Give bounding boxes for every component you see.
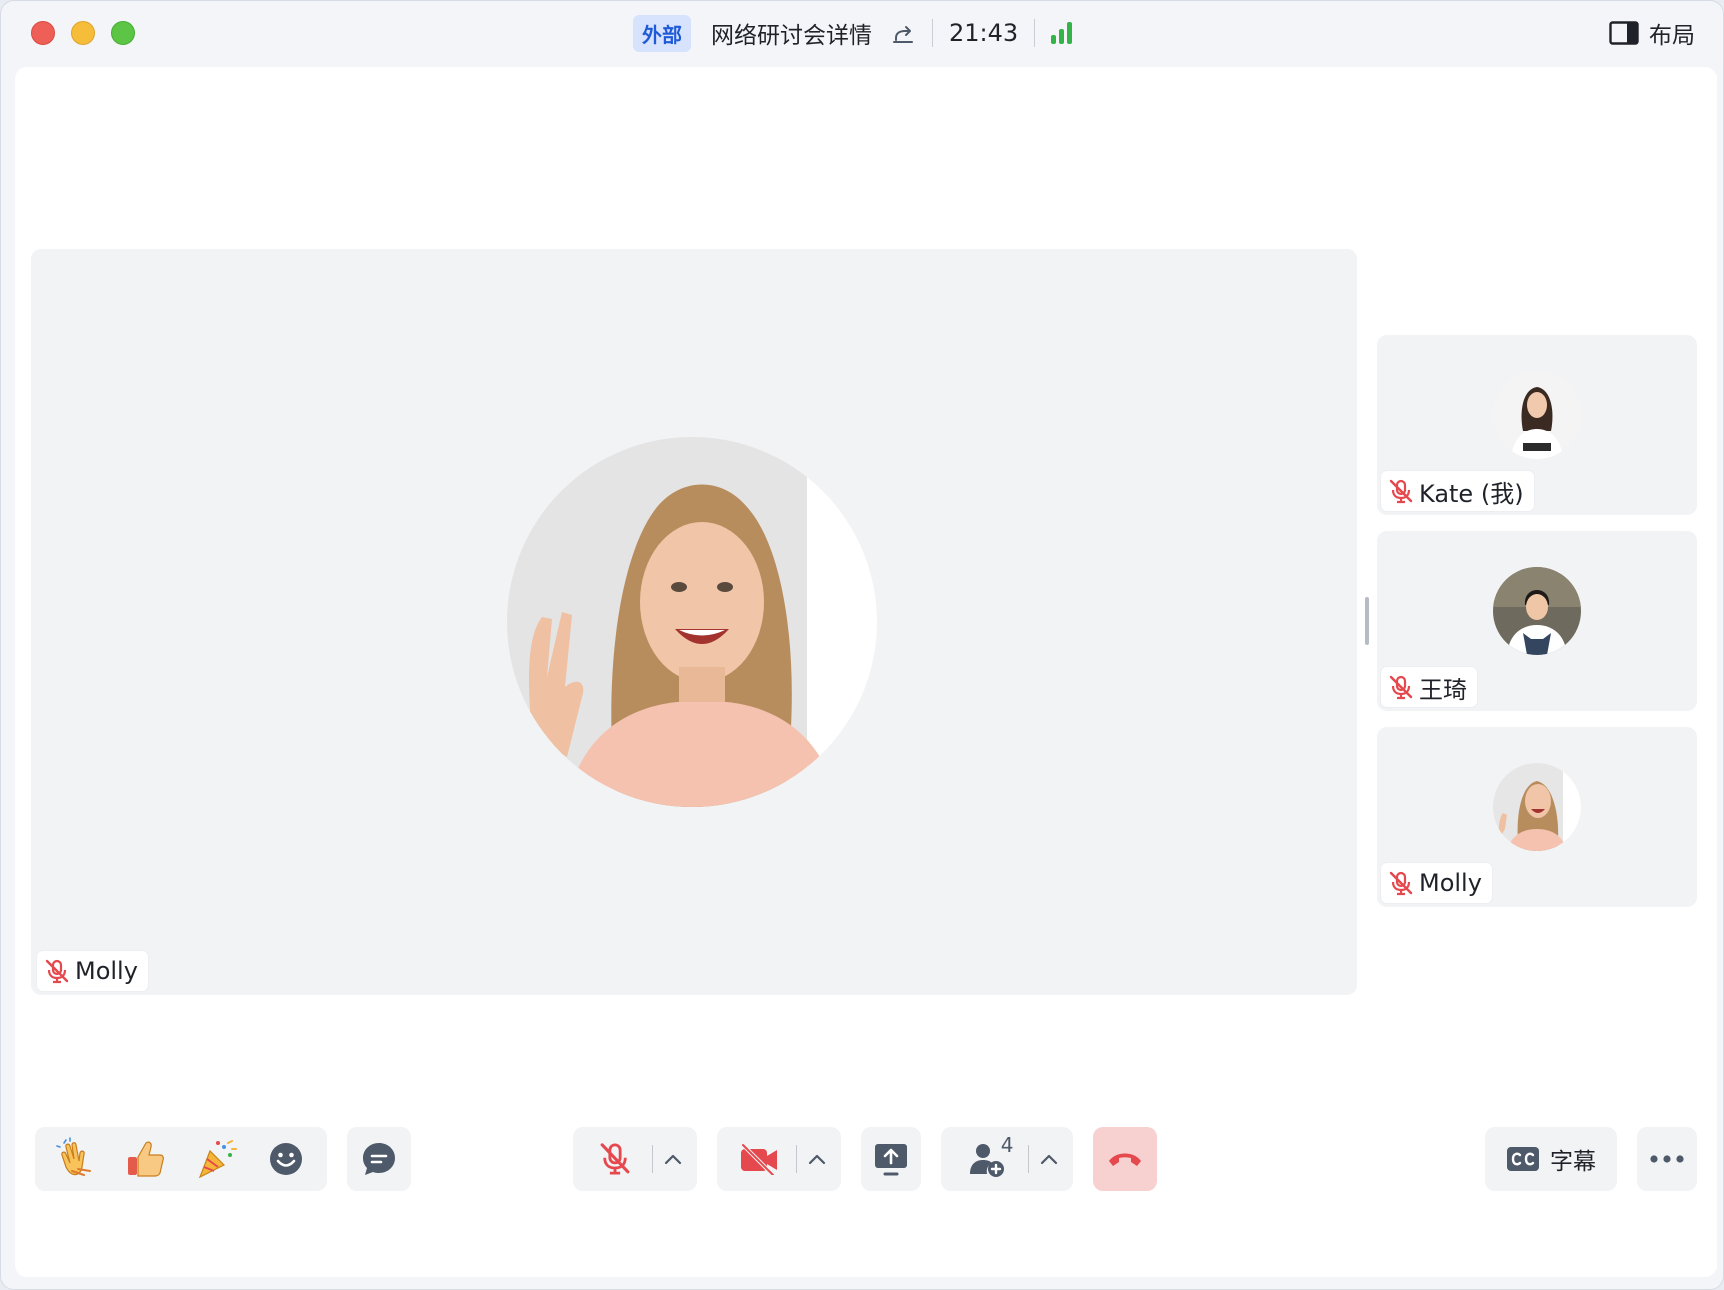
mic-muted-icon (1389, 675, 1413, 700)
participants-options-button[interactable] (1029, 1127, 1069, 1191)
speaker-name: Molly (75, 957, 138, 985)
audio-options-button[interactable] (653, 1127, 693, 1191)
share-screen-icon (875, 1144, 907, 1176)
closed-captions-icon (1507, 1147, 1539, 1171)
participant-name-tag: Kate (我) (1381, 471, 1534, 511)
external-badge: 外部 (633, 14, 691, 52)
mic-muted-icon (45, 959, 69, 984)
speaker-name-tag: Molly (37, 951, 148, 991)
meeting-timer: 21:43 (949, 19, 1019, 47)
share-screen-button[interactable] (861, 1127, 921, 1191)
video-options-button[interactable] (797, 1127, 837, 1191)
participants-button[interactable]: 4 (946, 1127, 1028, 1191)
minimize-window-button[interactable] (71, 21, 95, 45)
hang-up-icon (1109, 1153, 1141, 1166)
camera-control (717, 1127, 841, 1191)
close-window-button[interactable] (31, 21, 55, 45)
participants-control: 4 (941, 1127, 1073, 1191)
participant-avatar (1493, 567, 1581, 655)
participant-name-tag: Molly (1381, 863, 1492, 903)
mic-muted-icon (1389, 871, 1413, 896)
mic-muted-icon (1389, 479, 1413, 504)
thumbs-up-reaction-button[interactable] (111, 1127, 181, 1191)
participant-avatar (1493, 371, 1581, 459)
clap-icon (56, 1137, 91, 1176)
video-area: Molly Kate (我) 王琦 Molly (15, 67, 1717, 1277)
layout-label: 布局 (1649, 23, 1695, 49)
title-bar: 外部 网络研讨会详情 21:43 布局 (1, 1, 1723, 65)
more-reactions-button[interactable] (251, 1127, 321, 1191)
participant-name: Kate (我) (1419, 479, 1524, 508)
party-reaction-button[interactable] (181, 1127, 251, 1191)
participant-tile[interactable]: 王琦 (1377, 531, 1697, 711)
more-horizontal-icon (1650, 1155, 1684, 1163)
participant-name-tag: 王琦 (1381, 667, 1477, 707)
participant-tile[interactable]: Molly (1377, 727, 1697, 907)
chat-icon (363, 1143, 395, 1175)
meeting-toolbar: 4 字幕 (1, 1127, 1723, 1193)
chevron-up-icon (1040, 1154, 1057, 1165)
participant-avatar (1493, 763, 1581, 851)
layout-button[interactable]: 布局 (1609, 15, 1695, 51)
thumbs-up-icon (128, 1141, 164, 1177)
reactions-group (35, 1127, 327, 1191)
signal-strength-icon[interactable] (1051, 22, 1073, 44)
mic-muted-icon (600, 1143, 629, 1175)
chevron-up-icon (808, 1154, 825, 1165)
party-popper-icon (198, 1140, 237, 1179)
title-separator (932, 19, 933, 47)
layout-icon (1609, 21, 1639, 45)
microphone-control (573, 1127, 697, 1191)
mute-toggle-button[interactable] (578, 1127, 652, 1191)
meeting-window: 外部 网络研讨会详情 21:43 布局 Molly Kate (我) 王琦 Mo… (0, 0, 1724, 1290)
chat-button[interactable] (347, 1127, 411, 1191)
emoji-icon (270, 1143, 302, 1175)
captions-label: 字幕 (1550, 1149, 1596, 1175)
speaker-avatar (507, 437, 877, 807)
share-icon[interactable] (890, 20, 916, 46)
meeting-info: 外部 网络研讨会详情 21:43 (633, 14, 1073, 52)
maximize-window-button[interactable] (111, 21, 135, 45)
participant-name: 王琦 (1419, 675, 1467, 704)
chevron-up-icon (664, 1154, 681, 1165)
more-options-button[interactable] (1637, 1127, 1697, 1191)
camera-off-icon (740, 1143, 777, 1175)
resize-handle[interactable] (1365, 597, 1369, 645)
title-separator (1034, 19, 1036, 47)
participant-count: 4 (1000, 1133, 1014, 1157)
main-video-tile[interactable]: Molly (31, 249, 1357, 995)
leave-meeting-button[interactable] (1093, 1127, 1157, 1191)
meeting-title[interactable]: 网络研讨会详情 (711, 16, 872, 50)
participant-tile[interactable]: Kate (我) (1377, 335, 1697, 515)
camera-toggle-button[interactable] (722, 1127, 796, 1191)
captions-button[interactable]: 字幕 (1485, 1127, 1617, 1191)
participant-name: Molly (1419, 869, 1482, 897)
clap-reaction-button[interactable] (41, 1127, 111, 1191)
